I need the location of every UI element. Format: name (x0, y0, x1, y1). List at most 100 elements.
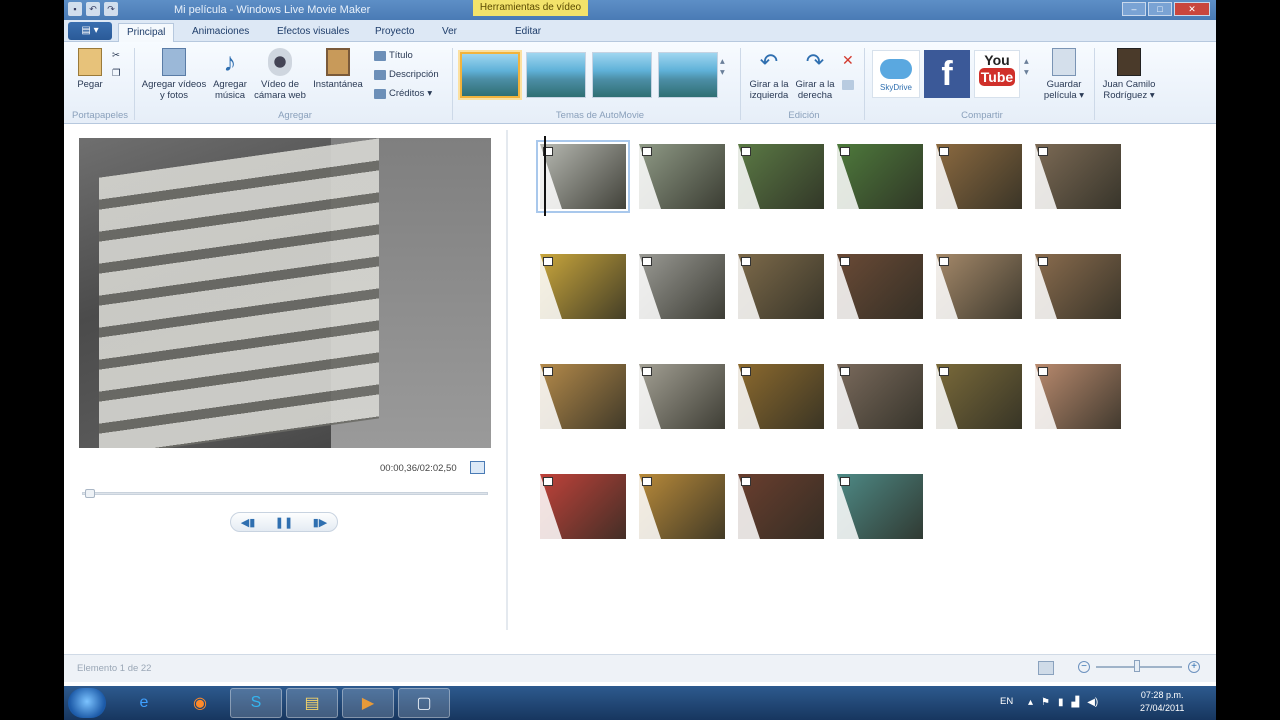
seek-thumb[interactable] (85, 489, 96, 498)
network-icon[interactable]: ▟ (1072, 697, 1080, 708)
volume-icon[interactable]: ◀) (1087, 697, 1098, 708)
seek-bar[interactable] (82, 489, 488, 498)
undo-icon[interactable]: ↶ (86, 2, 100, 16)
zoom-thumb[interactable] (1134, 660, 1140, 672)
rotate-right-button[interactable]: ↷ Girar a la derecha (792, 48, 838, 101)
storyboard-clip[interactable] (738, 144, 824, 209)
storyboard-clip[interactable] (639, 364, 725, 429)
pan-zoom-badge-icon (741, 147, 751, 156)
storyboard-clip[interactable] (837, 364, 923, 429)
tab-proyecto[interactable]: Proyecto (367, 23, 422, 42)
youtube-button[interactable]: You Tube (974, 50, 1020, 98)
battery-icon[interactable]: ▮ (1058, 697, 1064, 708)
copy-button[interactable]: ❐ (112, 68, 121, 79)
storyboard-clip[interactable] (536, 140, 630, 213)
playhead[interactable] (544, 136, 546, 216)
share-scroll-button[interactable]: ▴ ▾ (1024, 56, 1029, 78)
firefox-icon[interactable]: ◉ (174, 688, 226, 718)
storyboard-clip[interactable] (540, 364, 626, 429)
storyboard-clip[interactable] (1035, 144, 1121, 209)
storyboard-clip[interactable] (837, 474, 923, 539)
pan-zoom-badge-icon (642, 147, 652, 156)
select-all-button[interactable] (842, 80, 854, 90)
zoom-control: − + (1078, 660, 1200, 673)
pane-divider[interactable] (506, 130, 508, 630)
theme-thumbnail[interactable] (526, 52, 586, 98)
window-icon[interactable]: ▢ (398, 688, 450, 718)
flag-icon[interactable]: ⚑ (1041, 697, 1050, 708)
webcam-button[interactable]: Vídeo de cámara web (252, 48, 308, 101)
theme-thumbnail[interactable] (460, 52, 520, 98)
language-indicator[interactable]: EN (1000, 696, 1013, 707)
skype-icon[interactable]: S (230, 688, 282, 718)
title-button[interactable]: Título (374, 50, 413, 61)
storyboard-clip[interactable] (1035, 254, 1121, 319)
explorer-icon[interactable]: ▤ (286, 688, 338, 718)
previous-frame-icon[interactable]: ◀▮ (241, 516, 256, 529)
quick-access-toolbar: ▪ ↶ ↷ (68, 2, 118, 16)
delete-button[interactable]: ✕ (842, 52, 854, 69)
tab-principal[interactable]: Principal (118, 23, 175, 42)
storyboard-clip[interactable] (738, 364, 824, 429)
save-icon[interactable]: ▪ (68, 2, 82, 16)
theme-thumbnail[interactable] (592, 52, 652, 98)
tab-animaciones[interactable]: Animaciones (184, 23, 257, 42)
redo-icon[interactable]: ↷ (104, 2, 118, 16)
storyboard-clip[interactable] (738, 474, 824, 539)
fit-thumbnails-icon[interactable] (1038, 661, 1054, 675)
clock-time: 07:28 p.m. (1140, 690, 1184, 700)
zoom-in-icon[interactable]: + (1188, 661, 1200, 673)
video-preview[interactable] (79, 138, 491, 448)
save-movie-button[interactable]: Guardar película ▾ (1038, 48, 1090, 101)
moviemaker-icon[interactable]: ▶ (342, 688, 394, 718)
add-music-button[interactable]: ♪ Agregar música (208, 48, 252, 101)
credits-icon (374, 88, 386, 99)
snapshot-button[interactable]: Instantánea (308, 48, 368, 90)
tab-ver[interactable]: Ver (434, 23, 465, 42)
maximize-button[interactable]: □ (1148, 2, 1172, 16)
storyboard-clip[interactable] (1035, 364, 1121, 429)
storyboard-clip[interactable] (936, 144, 1022, 209)
group-separator (864, 48, 865, 120)
cut-button[interactable]: ✂ (112, 50, 120, 61)
rotate-left-button[interactable]: ↶ Girar a la izquierda (746, 48, 792, 101)
storyboard-clip[interactable] (936, 364, 1022, 429)
skydrive-button[interactable]: SkyDrive (872, 50, 920, 98)
user-account-button[interactable]: Juan Camilo Rodríguez ▾ (1096, 48, 1162, 101)
storyboard-clip[interactable] (738, 254, 824, 319)
group-label-temas: Temas de AutoMovie (555, 110, 645, 121)
system-tray: EN ▴ ⚑ ▮ ▟ ◀) 07:28 p.m. 27/04/2011 (1000, 686, 1216, 720)
paste-button[interactable]: Pegar (72, 48, 108, 90)
next-frame-icon[interactable]: ▮▶ (313, 516, 328, 529)
storyboard-clip[interactable] (540, 254, 626, 319)
zoom-out-icon[interactable]: − (1078, 661, 1090, 673)
minimize-button[interactable]: – (1122, 2, 1146, 16)
theme-thumbnail[interactable] (658, 52, 718, 98)
show-hidden-icon[interactable]: ▴ (1028, 697, 1033, 708)
storyboard-clip[interactable] (639, 144, 725, 209)
credits-button[interactable]: Créditos ▾ (374, 88, 432, 99)
facebook-button[interactable]: f (924, 50, 970, 98)
title-bar: ▪ ↶ ↷ Mi película - Windows Live Movie M… (64, 0, 1216, 20)
close-button[interactable]: ✕ (1174, 2, 1210, 16)
storyboard-clip[interactable] (540, 474, 626, 539)
storyboard-clip[interactable] (639, 254, 725, 319)
pan-zoom-badge-icon (1038, 367, 1048, 376)
app-menu-button[interactable]: ▤ ▾ (68, 22, 112, 40)
ie-icon[interactable]: e (118, 688, 170, 718)
zoom-slider[interactable] (1096, 660, 1182, 672)
pause-icon[interactable]: ❚❚ (275, 516, 293, 529)
tab-editar[interactable]: Editar (507, 23, 549, 42)
add-videos-button[interactable]: Agregar vídeos y fotos (140, 48, 208, 101)
storyboard-clip[interactable] (639, 474, 725, 539)
fullscreen-icon[interactable] (470, 461, 485, 474)
clock[interactable]: 07:28 p.m. 27/04/2011 (1140, 689, 1184, 715)
storyboard-clip[interactable] (837, 144, 923, 209)
caption-button[interactable]: Descripción (374, 69, 439, 80)
storyboard-clip[interactable] (936, 254, 1022, 319)
add-videos-label: Agregar vídeos y fotos (141, 79, 207, 101)
tab-efectos-visuales[interactable]: Efectos visuales (269, 23, 357, 42)
start-button[interactable] (68, 688, 106, 718)
themes-scroll-button[interactable]: ▴ ▾ (720, 56, 725, 78)
storyboard-clip[interactable] (837, 254, 923, 319)
